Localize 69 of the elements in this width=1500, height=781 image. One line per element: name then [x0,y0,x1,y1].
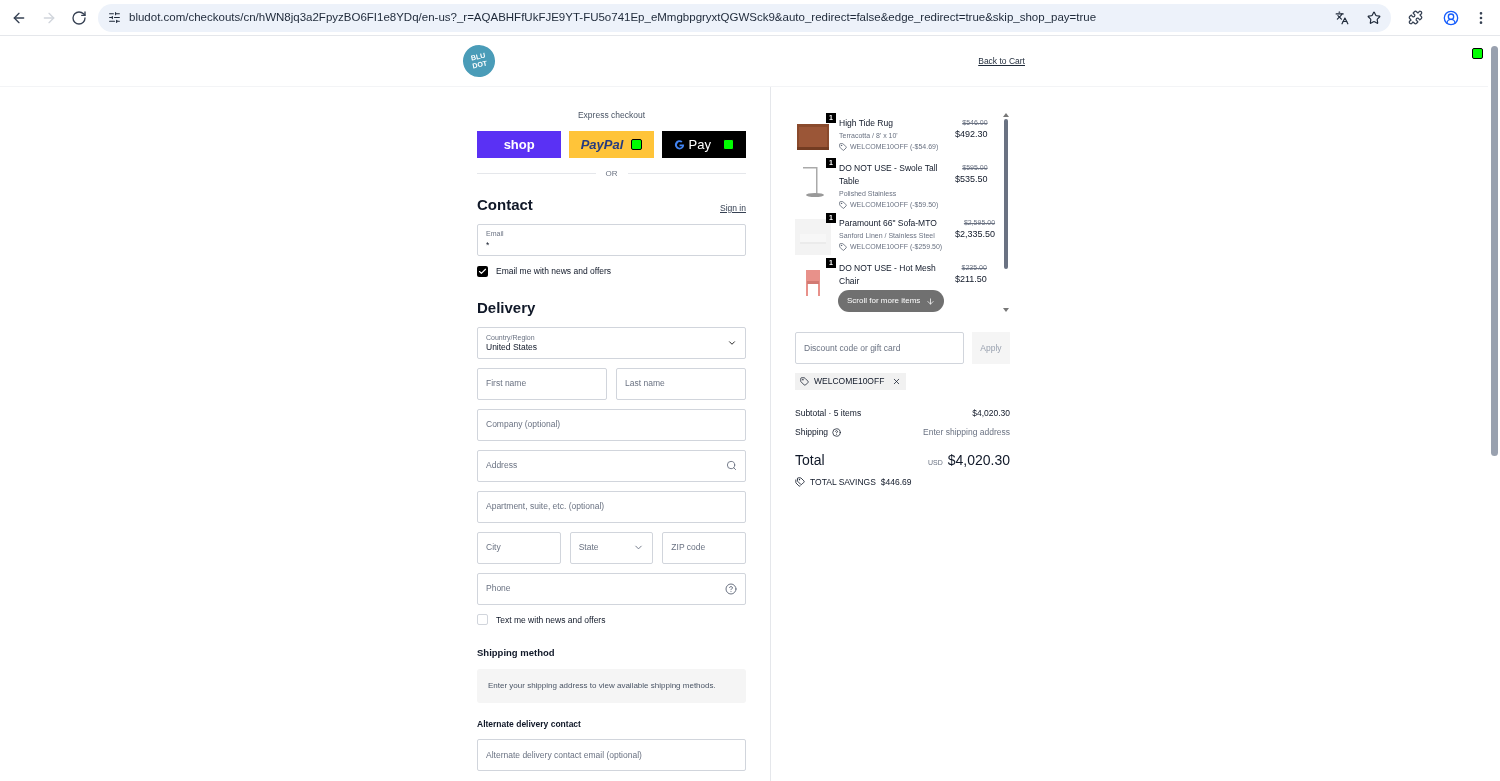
tags-icon [795,476,805,487]
square-marker-icon [723,138,734,150]
savings-value: $446.69 [880,475,912,489]
checkbox-label: Email me with news and offers [496,265,612,278]
translate-icon [1335,10,1349,25]
shipping-label: Shipping [795,425,829,439]
shipping-info-panel: Enter your shipping address to view available shipping methods. [477,668,746,703]
help-icon [832,427,842,437]
contact-heading: Contact [477,194,533,215]
subtotal-value: $4,020.30 [972,407,1010,420]
price: $211.50 [955,273,987,286]
input-field[interactable]: City [477,531,561,564]
input-field[interactable]: Alternate delivery contact email (optional) [477,739,746,772]
express-checkout-title: Express checkout [576,109,647,122]
site-settings-icon [108,11,121,24]
delivery-heading: Delivery [477,298,537,318]
price: $2,335.50 [955,228,996,241]
tag-icon [800,377,809,386]
scroll-up-icon[interactable] [1003,113,1009,117]
total-value: $4,020.30 [947,450,1010,470]
or-divider-text: OR [605,167,618,180]
input-field[interactable]: Phone [477,572,746,605]
back-to-cart-link[interactable]: Back to Cart [978,54,1025,68]
help-icon [725,582,737,595]
price: $535.50 [955,173,988,186]
google-pay-button[interactable]: Pay [661,130,746,158]
input-field[interactable]: Address [477,449,746,482]
product-name: DO NOT USE - Swole Tall Table [839,162,939,188]
tag-icon [839,242,847,251]
shipping-value: Enter shipping address [923,425,1010,439]
input-field[interactable]: Company (optional) [477,408,746,441]
remove-icon[interactable] [892,377,902,386]
input-field[interactable]: First name [477,367,607,400]
profile-icon[interactable] [1443,9,1459,26]
savings-label: TOTAL SAVINGS [810,475,876,489]
alternate-contact-heading: Alternate delivery contact [477,717,582,731]
square-marker-icon [631,138,643,150]
reload-icon [71,9,87,26]
product-name: High Tide Rug [839,117,894,130]
star-icon [1367,10,1381,25]
sign-in-link[interactable]: Sign in [720,201,746,215]
arrow-down-icon [926,296,936,306]
discount-code-field[interactable]: Discount code or gift card [795,332,964,364]
tag-icon [839,200,847,209]
checkbox-label: Text me with news and offers [496,613,606,627]
applied-code-chip: WELCOME10OFF [795,373,907,390]
subtotal-label: Subtotal · 5 items [795,407,862,420]
google-g-icon [673,138,685,150]
scroll-down-icon[interactable] [1003,308,1009,312]
shipping-method-heading: Shipping method [477,646,556,661]
product-name: Paramount 66" Sofa-MTO [839,217,938,230]
address-bar[interactable]: bludot.com/checkouts/cn/hWN8jq3a2FpyzBO6FI1e8YDq/en-us?_r=AQABHFfUkFJE9YT-FU5o741Ep_eMmgbpgryxtQGWSck9&auto_redirect=false&edge_redirect=true&skip_shop_pay=true [98,3,1391,32]
search-icon [726,460,737,471]
input-field[interactable]: Apartment, suite, etc. (optional) [477,490,746,523]
input-field[interactable]: Last name [616,367,746,400]
state-select[interactable]: State [569,531,654,564]
input-field[interactable]: ZIP code [662,531,746,564]
checkbox[interactable] [477,266,488,278]
total-label: Total [795,450,825,470]
paypal-button[interactable]: PayPal [569,130,654,158]
shop-pay-button[interactable]: shop [477,130,562,158]
url-text: bludot.com/checkouts/cn/hWN8jq3a2FpyzBO6FI1e8YDq/en-us?_r=AQABHFfUkFJE9YT-FU5o741Ep_eMmgbpgryxtQGWSck9&auto_redirect=false&edge_redirect=true&skip_shop_pay=true [129,9,1098,25]
price: $492.30 [955,128,988,141]
checkbox[interactable] [477,614,488,626]
extensions-icon[interactable] [1408,10,1423,25]
scroll-hint-pill[interactable]: Scroll for more items [838,290,945,312]
square-marker-icon [1472,48,1483,59]
tag-icon [839,142,847,151]
product-name: DO NOT USE - Hot Mesh Chair [839,262,937,288]
